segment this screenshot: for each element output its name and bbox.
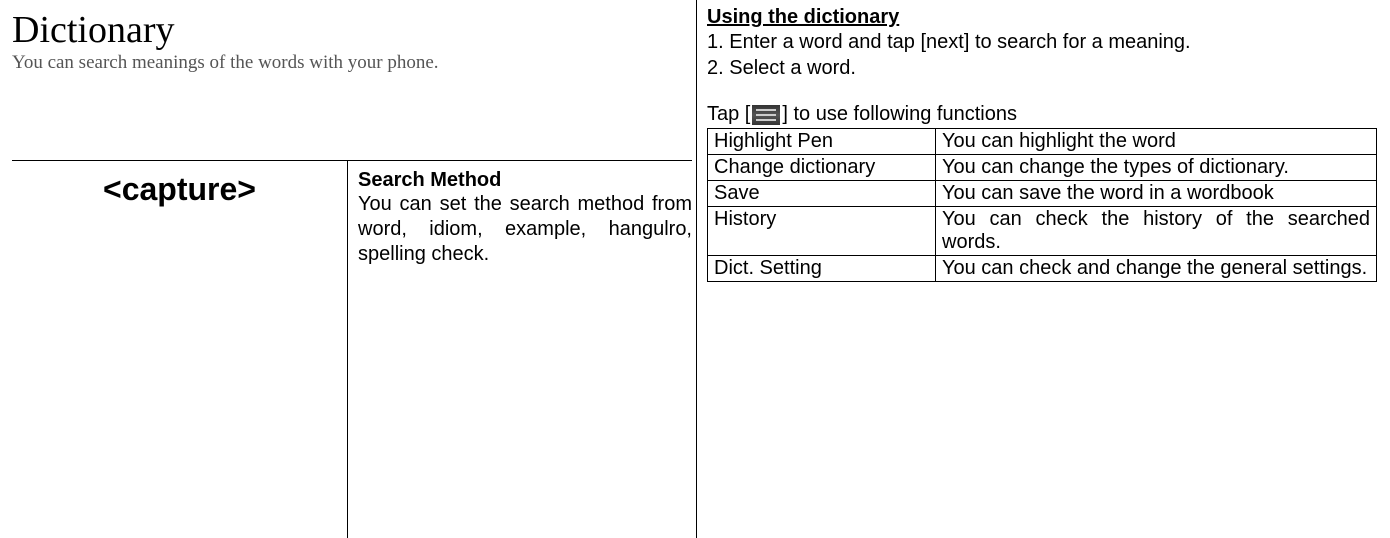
tap-suffix: ] to use following functions	[782, 103, 1017, 126]
search-method-description: You can set the search method from word,…	[358, 192, 692, 267]
right-column: Using the dictionary 1. Enter a word and…	[696, 0, 1386, 538]
function-desc: You can check the history of the searche…	[936, 207, 1377, 256]
search-method-heading: Search Method	[358, 169, 692, 192]
tap-prefix: Tap [	[707, 103, 750, 126]
table-row: Save You can save the word in a wordbook	[708, 181, 1377, 207]
menu-icon-wrapper	[752, 105, 780, 125]
table-row: Dict. Setting You can check and change t…	[708, 256, 1377, 282]
step-2: 2. Select a word.	[707, 55, 1386, 81]
function-name: Highlight Pen	[708, 129, 936, 155]
function-desc: You can check and change the general set…	[936, 256, 1377, 282]
spacer	[707, 81, 1386, 103]
function-name: Dict. Setting	[708, 256, 936, 282]
step-1: 1. Enter a word and tap [next] to search…	[707, 29, 1386, 55]
search-method-column: Search Method You can set the search met…	[348, 161, 692, 538]
page-subtitle: You can search meanings of the words wit…	[12, 52, 692, 74]
function-desc: You can change the types of dictionary.	[936, 155, 1377, 181]
table-row: Change dictionary You can change the typ…	[708, 155, 1377, 181]
menu-icon	[752, 105, 780, 125]
function-desc: You can highlight the word	[936, 129, 1377, 155]
title-section: Dictionary You can search meanings of th…	[12, 0, 692, 74]
function-name: History	[708, 207, 936, 256]
left-column: Dictionary You can search meanings of th…	[12, 0, 692, 538]
function-desc: You can save the word in a wordbook	[936, 181, 1377, 207]
capture-column: <capture>	[12, 161, 348, 538]
capture-placeholder: <capture>	[103, 171, 256, 207]
using-heading: Using the dictionary	[707, 6, 1386, 29]
function-name: Change dictionary	[708, 155, 936, 181]
table-row: Highlight Pen You can highlight the word	[708, 129, 1377, 155]
tap-instruction: Tap [ ] to use following functions	[707, 103, 1386, 126]
function-name: Save	[708, 181, 936, 207]
inner-columns: <capture> Search Method You can set the …	[12, 160, 692, 538]
page-title: Dictionary	[12, 8, 692, 52]
functions-table: Highlight Pen You can highlight the word…	[707, 128, 1377, 282]
table-row: History You can check the history of the…	[708, 207, 1377, 256]
